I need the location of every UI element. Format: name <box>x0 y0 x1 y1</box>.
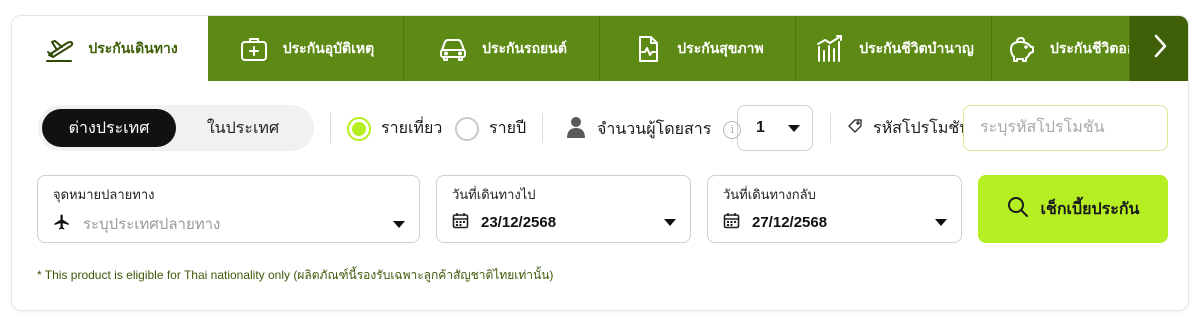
tab-label: ประกันรถยนต์ <box>482 39 567 56</box>
annual-radio[interactable]: รายปี <box>455 116 526 141</box>
tab-travel-insurance[interactable]: ประกันเดินทาง <box>12 16 208 81</box>
promo-code-input[interactable] <box>963 105 1168 151</box>
passenger-count-value: 1 <box>756 119 765 136</box>
return-date-value: 27/12/2568 <box>752 214 828 231</box>
tabs-next-button[interactable] <box>1130 16 1188 81</box>
divider <box>542 113 543 143</box>
tag-icon <box>847 118 863 139</box>
departure-date-field[interactable]: วันที่เดินทางไป 23/12/2568 <box>436 175 691 243</box>
destination-label: จุดหมายปลายทาง <box>53 187 155 202</box>
tab-accident-insurance[interactable]: ประกันอุบัติเหตุ <box>208 16 404 81</box>
per-trip-label: รายเที่ยว <box>381 120 443 137</box>
per-trip-radio[interactable]: รายเที่ยว <box>347 116 442 141</box>
growth-chart-icon <box>813 32 847 66</box>
check-premium-label: เช็กเบี้ยประกัน <box>1040 200 1140 218</box>
person-icon <box>567 116 585 143</box>
passenger-label-text: จำนวนผู้โดยสาร <box>597 121 712 138</box>
return-date-field[interactable]: วันที่เดินทางกลับ 27/12/2568 <box>707 175 962 243</box>
return-date-label: วันที่เดินทางกลับ <box>723 187 816 202</box>
departure-date-label: วันที่เดินทางไป <box>452 187 536 202</box>
tab-car-insurance[interactable]: ประกันรถยนต์ <box>404 16 600 81</box>
check-premium-button[interactable]: เช็กเบี้ยประกัน <box>978 175 1168 243</box>
divider <box>330 113 331 143</box>
passenger-count-select[interactable]: 1 <box>737 105 813 151</box>
piggy-bank-icon <box>1004 32 1038 66</box>
chevron-right-icon <box>1151 32 1169 65</box>
destination-placeholder: ระบุประเทศปลายทาง <box>83 216 221 233</box>
promo-label-text: รหัสโปรโมชัน <box>873 120 971 137</box>
health-document-icon <box>631 32 665 66</box>
nationality-note: * This product is eligible for Thai nati… <box>37 268 554 282</box>
departure-date-value: 23/12/2568 <box>481 214 557 231</box>
chevron-down-icon <box>393 220 405 228</box>
tab-label: ประกันเดินทาง <box>88 39 178 56</box>
medical-kit-icon <box>237 32 271 66</box>
tab-label: ประกันอุบัติเหตุ <box>282 39 375 56</box>
tab-label: ประกันชีวิตออ <box>1050 39 1130 56</box>
calendar-icon <box>452 212 469 233</box>
calendar-icon <box>723 212 740 233</box>
travel-insurance-widget: ประกันเดินทาง ประกันอุบัติเหตุ ประกันรถย… <box>11 15 1189 311</box>
radio-selected-indicator <box>347 116 371 141</box>
tab-life-insurance[interactable]: ประกันชีวิตออ <box>992 16 1130 81</box>
divider <box>830 113 831 143</box>
chevron-down-icon <box>664 219 676 226</box>
domestic-option[interactable]: ในประเทศ <box>176 109 310 147</box>
tab-health-insurance[interactable]: ประกันสุขภาพ <box>600 16 796 81</box>
promo-code-label: รหัสโปรโมชัน <box>847 116 970 141</box>
passenger-count-label: จำนวนผู้โดยสาร i <box>567 116 742 143</box>
airplane-icon <box>53 213 71 235</box>
radio-indicator <box>455 116 479 141</box>
plane-icon <box>42 32 76 66</box>
tab-label: ประกันสุขภาพ <box>677 39 764 56</box>
chevron-down-icon <box>935 219 947 226</box>
tab-label: ประกันชีวิตบำนาญ <box>859 39 974 56</box>
tab-pension-insurance[interactable]: ประกันชีวิตบำนาญ <box>796 16 992 81</box>
product-tabs: ประกันเดินทาง ประกันอุบัติเหตุ ประกันรถย… <box>12 16 1188 81</box>
chevron-down-icon <box>788 124 800 132</box>
search-icon <box>1007 196 1029 223</box>
car-icon <box>436 32 470 66</box>
trip-scope-toggle: ต่างประเทศ ในประเทศ <box>38 105 314 151</box>
international-option[interactable]: ต่างประเทศ <box>42 109 176 147</box>
destination-field[interactable]: จุดหมายปลายทาง ระบุประเทศปลายทาง <box>37 175 420 243</box>
annual-label: รายปี <box>489 120 527 137</box>
